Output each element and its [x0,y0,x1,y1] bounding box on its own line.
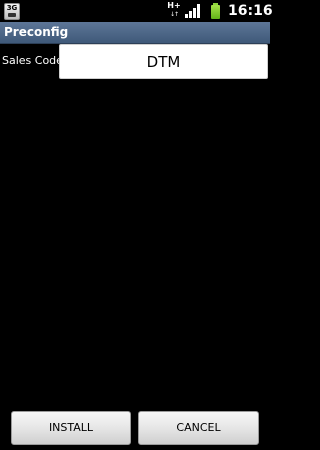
install-button[interactable]: INSTALL [11,411,131,445]
signal-strength-icon [185,4,200,18]
cancel-button[interactable]: CANCEL [138,411,259,445]
page-title: Preconfig [4,25,69,39]
network-type-label: H+ [167,1,181,10]
title-bar: Preconfig [0,22,270,44]
sales-code-input[interactable] [59,44,268,79]
sales-code-label: Sales Code [2,54,63,67]
sim-label: 3G [6,4,18,12]
status-bar: 3G H+ ↓↑ 16:16 [0,0,273,22]
battery-icon [211,3,220,19]
sim-card-icon: 3G [4,3,20,20]
network-activity-icon: ↓↑ [169,11,179,18]
clock: 16:16 [228,3,273,19]
